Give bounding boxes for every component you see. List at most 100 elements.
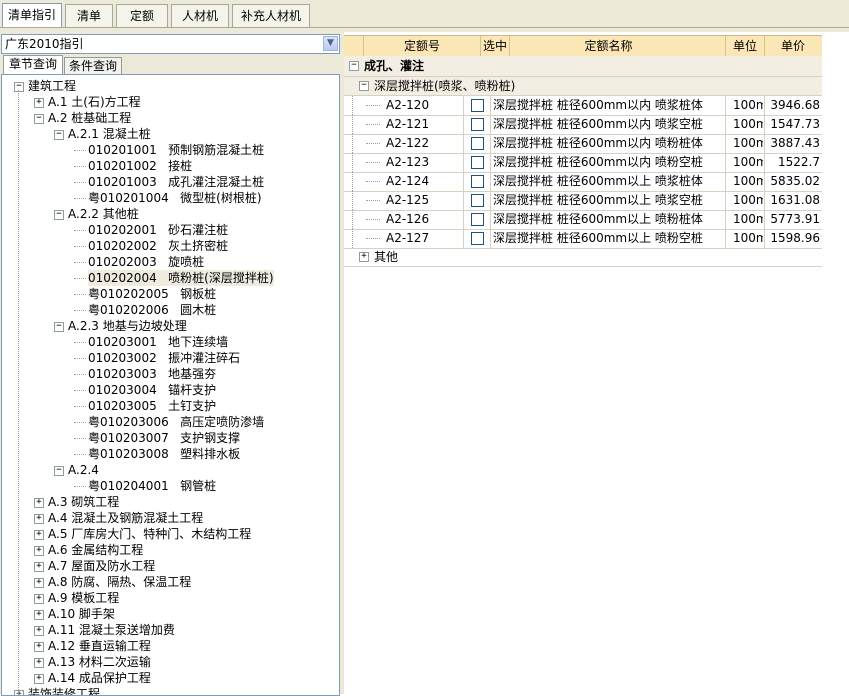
select-checkbox[interactable] [471, 99, 484, 112]
chevron-down-icon[interactable]: ▼ [323, 36, 338, 51]
select-checkbox[interactable] [471, 137, 484, 150]
tree-leaf[interactable]: 粤010202006 圆木桩 [88, 302, 216, 318]
subgroup-row[interactable]: − 深层搅拌桩(喷浆、喷粉桩) [344, 77, 822, 96]
header-price[interactable]: 单价 [765, 36, 821, 56]
expand-icon[interactable]: + [359, 252, 369, 262]
tree-leaf[interactable]: 010202002 灰土挤密桩 [88, 238, 228, 254]
tree-leaf[interactable]: 010202003 旋喷桩 [88, 254, 204, 270]
quota-row[interactable]: A2-127 深层搅拌桩 桩径600mm以上 喷粉空桩 100m 1598.96 [344, 229, 822, 249]
tree-node[interactable]: A.2.4 [68, 462, 99, 478]
tree-leaf[interactable]: 010201001 预制钢筋混凝土桩 [88, 142, 264, 158]
expand-icon[interactable]: + [34, 674, 44, 684]
guide-dropdown[interactable]: 广东2010指引 ▼ [1, 34, 340, 54]
select-checkbox[interactable] [471, 175, 484, 188]
quota-row[interactable]: A2-121 深层搅拌桩 桩径600mm以内 喷浆空桩 100m 1547.73 [344, 115, 822, 135]
tree-connector [18, 90, 19, 695]
quota-row[interactable]: A2-122 深层搅拌桩 桩径600mm以内 喷粉桩体 100m 3887.43 [344, 134, 822, 154]
collapse-icon[interactable]: − [34, 114, 44, 124]
expand-icon[interactable]: + [34, 658, 44, 668]
tree-node[interactable]: A.8 防腐、隔热、保温工程 [48, 574, 191, 590]
expand-icon[interactable]: + [34, 98, 44, 108]
chapter-tree[interactable]: − 建筑工程 + A.1 土(石)方工程 − A.2 桩基础工程 − A.2.1 混凝土桩 01… [1, 74, 340, 696]
collapse-icon[interactable]: − [54, 322, 64, 332]
header-unit[interactable]: 单位 [726, 36, 765, 56]
tab-chapter-query[interactable]: 章节查询 [3, 55, 63, 75]
select-checkbox[interactable] [471, 156, 484, 169]
tree-connector [74, 438, 86, 439]
collapse-icon[interactable]: − [349, 61, 359, 71]
tree-node[interactable]: A.1 土(石)方工程 [48, 94, 141, 110]
expand-icon[interactable]: + [34, 546, 44, 556]
tree-node[interactable]: A.12 垂直运输工程 [48, 638, 151, 654]
quota-grid: 定额号 选中 定额名称 单位 单价 − 成孔、灌注 − 深层搅拌桩(喷浆、喷粉桩… [344, 32, 849, 694]
tab-quota[interactable]: 定额 [116, 4, 168, 27]
tree-leaf[interactable]: 010201002 接桩 [88, 158, 192, 174]
tree-root[interactable]: 建筑工程 [28, 78, 76, 94]
other-group-row[interactable]: + 其他 [344, 248, 822, 267]
left-pane: 广东2010指引 ▼ 章节查询 条件查询 − 建筑工程 + A.1 土(石)方工程 − A… [0, 32, 341, 696]
group-row[interactable]: − 成孔、灌注 [344, 56, 822, 77]
tree-leaf[interactable]: 010203004 锚杆支护 [88, 382, 216, 398]
select-checkbox[interactable] [471, 232, 484, 245]
expand-icon[interactable]: + [14, 690, 24, 695]
select-checkbox[interactable] [471, 118, 484, 131]
expand-icon[interactable]: + [34, 594, 44, 604]
expand-icon[interactable]: + [34, 578, 44, 588]
tree-leaf[interactable]: 粤010203007 支护钢支撑 [88, 430, 240, 446]
tree-node[interactable]: A.2.3 地基与边坡处理 [68, 318, 187, 334]
tree-leaf[interactable]: 010201003 成孔灌注混凝土桩 [88, 174, 264, 190]
tree-node[interactable]: A.11 混凝土泵送增加费 [48, 622, 175, 638]
quota-unit: 100m [733, 231, 763, 245]
tree-leaf[interactable]: 粤010204001 钢管桩 [88, 478, 216, 494]
tree-node[interactable]: A.13 材料二次运输 [48, 654, 151, 670]
tree-node[interactable]: A.9 模板工程 [48, 590, 119, 606]
tree-leaf[interactable]: 粤010201004 微型桩(树根桩) [88, 190, 262, 206]
collapse-icon[interactable]: − [14, 82, 24, 92]
header-code[interactable]: 定额号 [364, 36, 481, 56]
expand-icon[interactable]: + [34, 610, 44, 620]
tree-node[interactable]: A.2.1 混凝土桩 [68, 126, 151, 142]
collapse-icon[interactable]: − [359, 81, 369, 91]
tab-condition-query[interactable]: 条件查询 [64, 57, 122, 75]
collapse-icon[interactable]: − [54, 210, 64, 220]
quota-row[interactable]: A2-123 深层搅拌桩 桩径600mm以内 喷粉空桩 100m 1522.7 [344, 153, 822, 173]
tree-leaf[interactable]: 010203001 地下连续墙 [88, 334, 228, 350]
collapse-icon[interactable]: − [54, 130, 64, 140]
tree-leaf[interactable]: 010203003 地基强夯 [88, 366, 216, 382]
tab-bill[interactable]: 清单 [65, 4, 113, 27]
tree-leaf[interactable]: 010203005 土钉支护 [88, 398, 216, 414]
tree-leaf[interactable]: 010203002 振冲灌注碎石 [88, 350, 240, 366]
quota-row[interactable]: A2-125 深层搅拌桩 桩径600mm以上 喷浆空桩 100m 1631.08 [344, 191, 822, 211]
quota-row[interactable]: A2-126 深层搅拌桩 桩径600mm以上 喷粉桩体 100m 5773.91 [344, 210, 822, 230]
tree-node[interactable]: A.7 屋面及防水工程 [48, 558, 155, 574]
expand-icon[interactable]: + [34, 530, 44, 540]
expand-icon[interactable]: + [34, 642, 44, 652]
tree-node[interactable]: A.5 厂库房大门、特种门、木结构工程 [48, 526, 251, 542]
expand-icon[interactable]: + [34, 514, 44, 524]
tree-node[interactable]: A.2.2 其他桩 [68, 206, 139, 222]
quota-row[interactable]: A2-124 深层搅拌桩 桩径600mm以上 喷浆桩体 100m 5835.02 [344, 172, 822, 192]
tab-bill-guide[interactable]: 清单指引 [2, 3, 62, 28]
tree-node[interactable]: A.10 脚手架 [48, 606, 115, 622]
tree-root[interactable]: 装饰装修工程 [28, 686, 100, 695]
tree-node[interactable]: A.3 砌筑工程 [48, 494, 119, 510]
tab-supplementary-lmm[interactable]: 补充人材机 [232, 4, 310, 27]
tree-node[interactable]: A.4 混凝土及钢筋混凝土工程 [48, 510, 203, 526]
tree-node[interactable]: A.2 桩基础工程 [48, 110, 131, 126]
tree-leaf[interactable]: 010202001 砂石灌注桩 [88, 222, 228, 238]
tree-node[interactable]: A.6 金属结构工程 [48, 542, 143, 558]
tab-labor-material-machine[interactable]: 人材机 [171, 4, 229, 27]
tree-leaf[interactable]: 粤010203008 塑料排水板 [88, 446, 240, 462]
select-checkbox[interactable] [471, 194, 484, 207]
expand-icon[interactable]: + [34, 498, 44, 508]
select-checkbox[interactable] [471, 213, 484, 226]
quota-row[interactable]: A2-120 深层搅拌桩 桩径600mm以内 喷浆桩体 100m 3946.68 [344, 96, 822, 116]
tree-leaf[interactable]: 粤010202005 钢板桩 [88, 286, 216, 302]
collapse-icon[interactable]: − [54, 466, 64, 476]
expand-icon[interactable]: + [34, 562, 44, 572]
expand-icon[interactable]: + [34, 626, 44, 636]
header-name[interactable]: 定额名称 [492, 36, 726, 56]
tree-leaf[interactable]: 010202004 喷粉桩(深层搅拌桩) [88, 270, 274, 286]
tree-node[interactable]: A.14 成品保护工程 [48, 670, 151, 686]
tree-leaf[interactable]: 粤010203006 高压定喷防渗墙 [88, 414, 264, 430]
